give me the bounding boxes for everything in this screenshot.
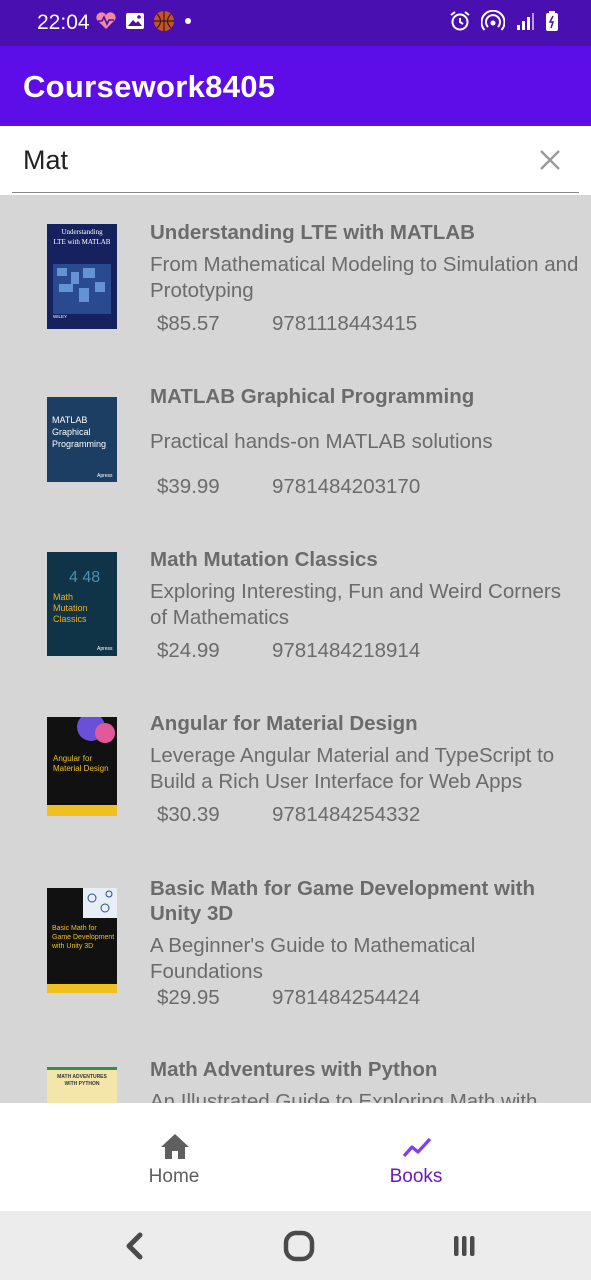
book-subtitle: Exploring Interesting, Fun and Weird Cor… <box>150 580 561 629</box>
svg-text:WILEY: WILEY <box>53 314 67 319</box>
gallery-icon <box>126 13 144 29</box>
book-cover-image: 4 48 Math Mutation Classics Apress <box>47 552 117 656</box>
svg-text:MATLAB: MATLAB <box>52 415 87 425</box>
nav-item-books[interactable]: Books <box>316 1103 516 1211</box>
book-subtitle: An Illustrated Guide to Exploring Math w… <box>150 1090 538 1103</box>
book-title: MATLAB Graphical Programming <box>150 385 475 408</box>
svg-text:Basic Math for: Basic Math for <box>52 925 97 932</box>
book-cover-art: MATLAB Graphical Programming Apress <box>47 397 117 482</box>
svg-text:with Unity 3D: with Unity 3D <box>51 943 93 950</box>
hotspot-icon <box>481 10 505 31</box>
svg-text:MATH ADVENTURES: MATH ADVENTURES <box>57 1074 107 1080</box>
book-price: $30.39 <box>157 803 220 826</box>
book-cover-art: MATH ADVENTURES WITH PYTHON <box>47 1067 117 1103</box>
nav-item-home-label: Home <box>148 1166 200 1187</box>
app-bar: Coursework8405 <box>0 46 591 126</box>
book-cover-art: 4 48 Math Mutation Classics Apress <box>47 552 117 656</box>
svg-text:Understanding: Understanding <box>61 228 103 236</box>
svg-text:Classics: Classics <box>53 614 87 624</box>
system-navigation-bar <box>0 1211 591 1280</box>
status-right-icons <box>449 10 559 32</box>
book-list[interactable]: WILEY Understanding LTE with MATLAB Unde… <box>0 195 591 1103</box>
svg-text:Apress: Apress <box>97 473 113 479</box>
home-icon <box>161 1134 189 1159</box>
nav-item-home[interactable]: Home <box>74 1103 274 1211</box>
book-isbn: 9781484218914 <box>272 639 421 662</box>
svg-text:Angular for: Angular for <box>53 754 92 763</box>
book-title: Angular for Material Design <box>150 712 418 735</box>
book-subtitle: A Beginner's Guide to Mathematical Found… <box>150 934 476 983</box>
svg-text:Game Development: Game Development <box>52 934 114 941</box>
book-isbn: 9781484203170 <box>272 475 421 498</box>
basketball-icon <box>154 11 174 31</box>
book-isbn: 9781118443415 <box>272 312 418 335</box>
book-title: Understanding LTE with MATLAB <box>150 221 475 244</box>
book-cover-art: Basic Math for Game Development with Uni… <box>47 888 117 993</box>
book-cover-image: Basic Math for Game Development with Uni… <box>47 888 117 993</box>
trending-up-icon <box>402 1137 432 1158</box>
battery-icon <box>546 11 558 31</box>
bottom-navigation: Home Books <box>0 1103 591 1211</box>
app-title: Coursework8405 <box>23 69 276 104</box>
search-input[interactable] <box>23 140 503 180</box>
book-cover-art: WILEY Understanding LTE with MATLAB <box>47 224 117 329</box>
book-cover-image: MATH ADVENTURES WITH PYTHON <box>47 1067 117 1103</box>
signal-icon <box>517 13 534 30</box>
status-time: 22:04 <box>37 11 90 34</box>
book-isbn: 9781484254332 <box>272 803 421 826</box>
svg-text:4 48: 4 48 <box>69 569 100 586</box>
book-title: Math Adventures with Python <box>150 1058 438 1081</box>
alarm-icon <box>450 11 470 31</box>
back-icon[interactable] <box>118 1229 154 1263</box>
close-icon[interactable] <box>536 146 564 174</box>
search-bar <box>0 126 591 195</box>
status-bar: 22:04 <box>0 0 591 46</box>
svg-text:Mutation: Mutation <box>53 603 88 613</box>
svg-text:Apress: Apress <box>97 646 113 652</box>
svg-text:Math: Math <box>53 592 73 602</box>
book-subtitle: From Mathematical Modeling to Simulation… <box>150 253 579 302</box>
svg-text:WITH PYTHON: WITH PYTHON <box>65 1081 100 1087</box>
book-cover-image: WILEY Understanding LTE with MATLAB <box>47 224 117 329</box>
svg-text:Material Design: Material Design <box>53 764 109 773</box>
svg-text:LTE with MATLAB: LTE with MATLAB <box>54 238 111 246</box>
book-subtitle: Practical hands-on MATLAB solutions <box>150 430 493 453</box>
svg-text:Programming: Programming <box>52 439 106 449</box>
svg-text:Graphical: Graphical <box>52 427 91 437</box>
status-left-icons <box>95 10 193 32</box>
heart-rate-icon <box>96 12 116 30</box>
book-price: $39.99 <box>157 475 220 498</box>
book-title: Math Mutation Classics <box>150 548 378 571</box>
book-title: Basic Math for Game Development with Uni… <box>150 877 536 925</box>
book-isbn: 9781484254424 <box>272 986 421 1009</box>
nav-item-books-label: Books <box>389 1166 443 1187</box>
book-price: $24.99 <box>157 639 220 662</box>
book-cover-art: Angular for Material Design <box>47 717 117 816</box>
book-price: $85.57 <box>157 312 220 335</box>
book-subtitle: Leverage Angular Material and TypeScript… <box>150 744 555 793</box>
home-button-icon[interactable] <box>281 1229 317 1263</box>
search-underline <box>12 192 579 193</box>
book-price: $29.95 <box>157 986 220 1009</box>
book-cover-image: Angular for Material Design <box>47 717 117 816</box>
book-cover-image: MATLAB Graphical Programming Apress <box>47 397 117 482</box>
dot-icon <box>185 18 191 24</box>
recents-icon[interactable] <box>446 1229 482 1263</box>
